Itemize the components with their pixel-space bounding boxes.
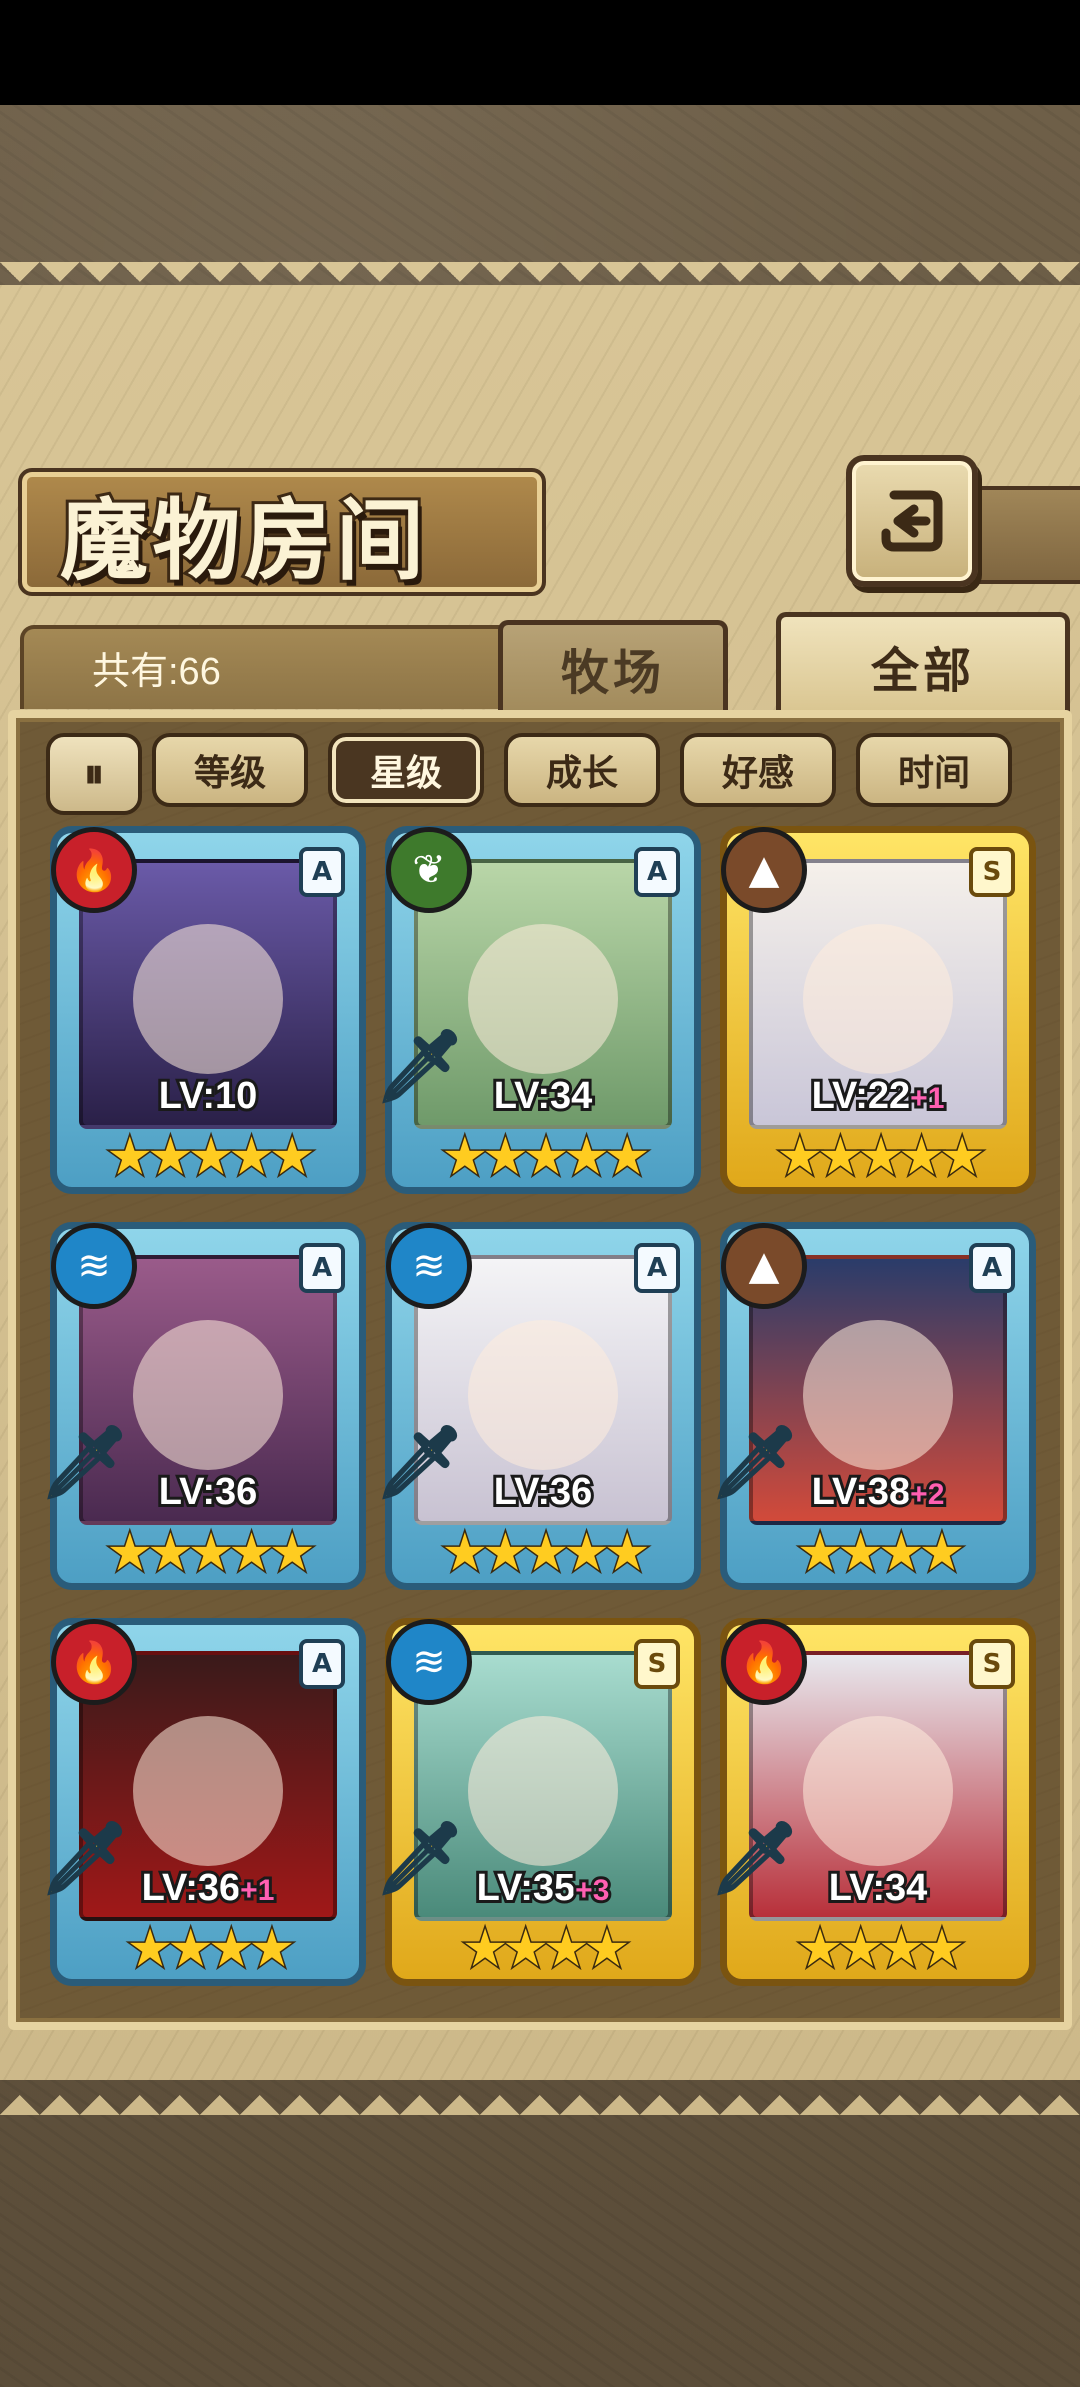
monster-card[interactable]: ≋ A 🗡 LV:36 ★★★★★ — [39, 1222, 366, 1590]
rank-badge: S — [969, 847, 1015, 897]
level-bonus: +2 — [907, 1475, 947, 1514]
back-button[interactable] — [846, 455, 978, 587]
sort-order-icon: ⏸ — [84, 751, 104, 797]
water-element-icon: ≋ — [386, 1223, 472, 1309]
level-text: LV:34 — [491, 1072, 596, 1120]
tab-all[interactable]: 全部 — [776, 612, 1070, 715]
rank-badge: S — [969, 1639, 1015, 1689]
star-rating: ★★★★★ — [440, 1522, 652, 1585]
monster-level: LV:34 — [727, 1864, 1029, 1912]
rank-badge: A — [299, 1243, 345, 1293]
monster-card[interactable]: 🔥 A LV:10 ★★★★★ — [50, 826, 366, 1194]
earth-element-icon: ▲ — [721, 1223, 807, 1309]
rank-badge: S — [634, 1639, 680, 1689]
sort-order-toggle[interactable]: ⏸ — [46, 733, 142, 815]
back-button-plate — [966, 486, 1080, 584]
star-rating: ★★★★★ — [105, 1126, 317, 1189]
star-rating: ★★★★★ — [775, 1126, 987, 1189]
rank-badge: A — [969, 1243, 1015, 1293]
star-rating: ★★★★ — [795, 1522, 966, 1585]
monster-level: LV:10 — [57, 1072, 359, 1120]
monster-level: LV:36 — [392, 1468, 694, 1516]
monster-count: 共有:66 — [92, 651, 221, 693]
star-rating: ★★★★★ — [440, 1126, 652, 1189]
level-bonus: +1 — [907, 1079, 947, 1118]
filter-time[interactable]: 时间 — [856, 733, 1012, 807]
monster-level: LV:34 — [392, 1072, 694, 1120]
monster-card[interactable]: 🔥 S 🗡 LV:34 ★★★★ — [709, 1618, 1036, 1986]
filter-star[interactable]: 星级 — [328, 733, 484, 807]
fire-element-icon: 🔥 — [51, 827, 137, 913]
rank-badge: A — [299, 847, 345, 897]
level-text: LV:36 — [491, 1468, 596, 1516]
level-text: LV:22 — [809, 1072, 914, 1120]
rank-badge: A — [634, 847, 680, 897]
monster-level: LV:38+2 — [727, 1468, 1029, 1516]
monster-level: LV:36+1 — [57, 1864, 359, 1912]
tab-pasture[interactable]: 牧场 — [498, 620, 728, 711]
monster-card[interactable]: ▲ A 🗡 LV:38+2 ★★★★ — [709, 1222, 1036, 1590]
fire-element-icon: 🔥 — [51, 1619, 137, 1705]
level-text: LV:38 — [809, 1468, 914, 1516]
star-rating: ★★★★★ — [105, 1522, 317, 1585]
monster-card[interactable]: ≋ A 🗡 LV:36 ★★★★★ — [374, 1222, 701, 1590]
level-text: LV:36 — [139, 1864, 244, 1912]
level-text: LV:36 — [156, 1468, 261, 1516]
monster-level: LV:36 — [57, 1468, 359, 1516]
wood-element-icon: ❦ — [386, 827, 472, 913]
page-title: 魔物房间 — [57, 485, 429, 595]
level-bonus: +3 — [572, 1871, 612, 1910]
level-text: LV:10 — [156, 1072, 261, 1120]
level-text: LV:35 — [474, 1864, 579, 1912]
monster-level: LV:22+1 — [727, 1072, 1029, 1120]
monster-level: LV:35+3 — [392, 1864, 694, 1912]
earth-element-icon: ▲ — [721, 827, 807, 913]
star-rating: ★★★★ — [460, 1918, 631, 1981]
filter-level[interactable]: 等级 — [152, 733, 308, 807]
monster-card[interactable]: ≋ S 🗡 LV:35+3 ★★★★ — [374, 1618, 701, 1986]
rank-badge: A — [634, 1243, 680, 1293]
fire-element-icon: 🔥 — [721, 1619, 807, 1705]
water-element-icon: ≋ — [386, 1619, 472, 1705]
monster-card[interactable]: ❦ A 🗡 LV:34 ★★★★★ — [374, 826, 701, 1194]
banner-bottom-edge — [0, 2075, 1080, 2115]
return-arrow-icon — [881, 490, 943, 552]
filter-affection[interactable]: 好感 — [680, 733, 836, 807]
level-text: LV:34 — [826, 1864, 931, 1912]
filter-growth[interactable]: 成长 — [504, 733, 660, 807]
monster-card[interactable]: 🔥 A 🗡 LV:36+1 ★★★★ — [39, 1618, 366, 1986]
rank-badge: A — [299, 1639, 345, 1689]
level-bonus: +1 — [237, 1871, 277, 1910]
star-rating: ★★★★ — [795, 1918, 966, 1981]
monster-card[interactable]: ▲ S LV:22+1 ★★★★★ — [720, 826, 1036, 1194]
water-element-icon: ≋ — [51, 1223, 137, 1309]
star-rating: ★★★★ — [125, 1918, 296, 1981]
